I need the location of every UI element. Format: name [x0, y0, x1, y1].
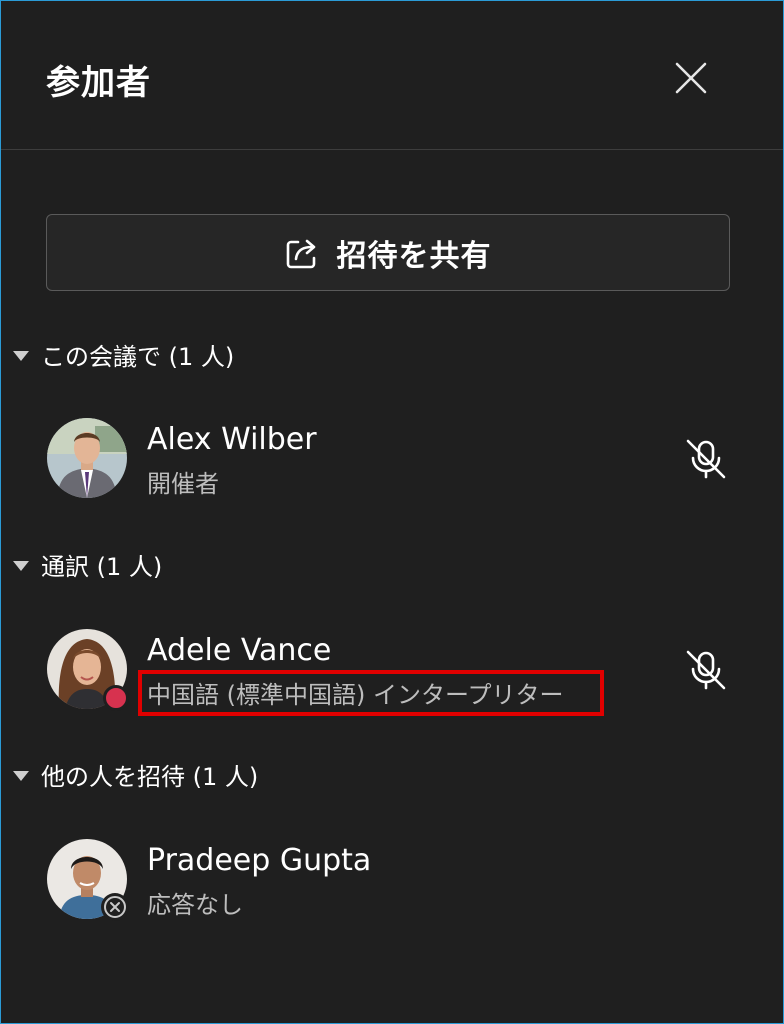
- collapse-triangle-icon: [13, 770, 29, 781]
- avatar: [47, 839, 129, 921]
- share-invite-label: 招待を共有: [336, 238, 492, 274]
- share-invite-button[interactable]: 招待を共有: [46, 214, 730, 291]
- section-in-meeting-header[interactable]: この会議で (1 人): [13, 337, 234, 372]
- close-icon: [675, 62, 707, 94]
- mic-off-icon: [686, 650, 726, 690]
- section-interpreters-header[interactable]: 通訳 (1 人): [13, 547, 162, 582]
- participants-panel: 参加者 招待を共有 この会議で (1 人) Alex Wilber 開催者 通訳…: [0, 0, 784, 1024]
- section-label: 通訳 (1 人): [41, 553, 163, 581]
- close-button[interactable]: [669, 56, 713, 100]
- avatar: [47, 629, 129, 711]
- panel-title: 参加者: [46, 63, 151, 103]
- highlight-box: [138, 670, 604, 716]
- mic-button[interactable]: [683, 647, 729, 693]
- participant-role: 開催者: [147, 470, 219, 498]
- declined-x-icon: [101, 893, 129, 921]
- participant-name: Pradeep Gupta: [147, 843, 372, 878]
- participant-name: Adele Vance: [147, 633, 332, 668]
- participant-row[interactable]: Alex Wilber 開催者: [47, 418, 737, 500]
- mic-button[interactable]: [683, 436, 729, 482]
- section-label: 他の人を招待 (1 人): [41, 763, 259, 791]
- participant-name: Alex Wilber: [147, 422, 317, 457]
- section-invite-others-header[interactable]: 他の人を招待 (1 人): [13, 757, 258, 792]
- status-indicator: [103, 685, 129, 711]
- section-label: この会議で (1 人): [41, 343, 235, 371]
- participant-row[interactable]: Pradeep Gupta 応答なし: [47, 839, 737, 921]
- share-icon: [286, 239, 315, 268]
- participant-role: 応答なし: [147, 891, 243, 919]
- avatar: [47, 418, 129, 500]
- mic-off-icon: [686, 439, 726, 479]
- avatar-alex: [47, 418, 127, 498]
- collapse-triangle-icon: [13, 560, 29, 571]
- collapse-triangle-icon: [13, 350, 29, 361]
- panel-header: 参加者: [1, 1, 783, 150]
